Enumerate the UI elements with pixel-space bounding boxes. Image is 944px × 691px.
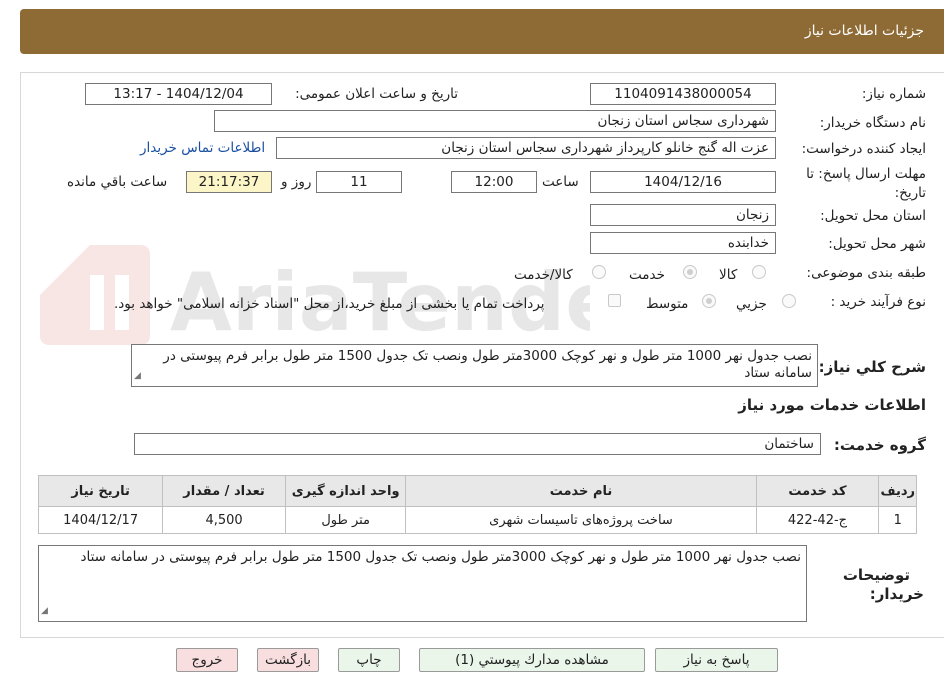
city-field: خدابنده xyxy=(590,232,776,254)
remaining-label: ساعت باقي مانده xyxy=(67,174,168,190)
reply-button[interactable]: پاسخ به نیاز xyxy=(655,648,778,672)
print-button[interactable]: چاپ xyxy=(338,648,400,672)
exit-button[interactable]: خروج xyxy=(176,648,238,672)
buyer-notes-textarea[interactable]: نصب جدول نهر 1000 متر طول و نهر کوچک 300… xyxy=(38,545,807,622)
service-group-label: گروه خدمت: xyxy=(833,436,926,454)
province-label: استان محل تحویل: xyxy=(820,208,926,224)
services-table: ردیف کد خدمت نام خدمت واحد اندازه گیری ت… xyxy=(37,475,917,534)
table-cell: متر طول xyxy=(284,506,407,534)
remaining-time-field: 21:17:37 xyxy=(186,171,272,193)
creator-field: عزت اله گنج خانلو کارپرداز شهرداری سجاس … xyxy=(276,137,776,159)
category-goods-radio[interactable] xyxy=(752,265,766,279)
table-cell: 1 xyxy=(878,506,917,534)
column-header: ردیف xyxy=(878,475,917,507)
announce-label: تاریخ و ساعت اعلان عمومی: xyxy=(295,86,458,102)
table-cell: 1404/12/17 xyxy=(37,506,164,534)
purchase-small-label: جزیي xyxy=(736,296,767,312)
city-label: شهر محل تحویل: xyxy=(828,236,926,252)
deadline-label: مهلت ارسال پاسخ: تا xyxy=(806,166,926,182)
purchase-type-label: نوع فرآیند خرید : xyxy=(830,294,926,310)
column-header: کد خدمت xyxy=(755,475,880,507)
column-header: واحد اندازه گیری xyxy=(284,475,407,507)
days-field: 11 xyxy=(316,171,402,193)
buyer-notes-label: توضیحات xyxy=(842,566,910,584)
service-group-field: ساختمان xyxy=(134,433,821,455)
category-label: طبقه بندی موضوعی: xyxy=(806,265,926,281)
view-documents-button[interactable]: مشاهده مدارك پیوستي (1) xyxy=(419,648,645,672)
category-service-radio[interactable] xyxy=(683,265,697,279)
days-label: روز و xyxy=(281,174,312,190)
purchase-medium-label: متوسط xyxy=(646,296,689,312)
buyer-contact-link[interactable]: اطلاعات تماس خریدار xyxy=(140,140,265,156)
buyer-notes-text: نصب جدول نهر 1000 متر طول و نهر کوچک 300… xyxy=(80,549,801,565)
buyer-org-label: نام دستگاه خریدار: xyxy=(819,115,926,131)
announce-datetime-field: 1404/12/04 - 13:17 xyxy=(85,83,272,105)
description-text: نصب جدول نهر 1000 متر طول و نهر کوچک 300… xyxy=(163,348,812,381)
deadline-label-date: تاریخ: xyxy=(894,185,926,201)
province-field: زنجان xyxy=(590,204,776,226)
purchase-medium-radio[interactable] xyxy=(702,294,716,308)
buyer-notes-label-2: خریدار: xyxy=(869,585,924,603)
table-row: 1 ج-42-422 ساخت پروژه‌های تاسیسات شهری م… xyxy=(37,506,917,534)
deadline-time-field: 12:00 xyxy=(451,171,537,193)
purchase-small-radio[interactable] xyxy=(782,294,796,308)
services-section-title: اطلاعات خدمات مورد نیاز xyxy=(738,396,926,414)
page-header: جزئیات اطلاعات نیاز xyxy=(20,9,944,54)
creator-label: ایجاد کننده درخواست: xyxy=(801,141,926,157)
buyer-org-field: شهرداری سجاس استان زنجان xyxy=(214,110,776,132)
page-title: جزئیات اطلاعات نیاز xyxy=(804,23,924,39)
need-number-label: شماره نیاز: xyxy=(861,86,926,102)
payment-note: پرداخت تمام یا بخشی از مبلغ خرید،از محل … xyxy=(114,296,545,312)
category-service-label: خدمت xyxy=(629,267,665,283)
back-button[interactable]: بازگشت xyxy=(257,648,319,672)
table-cell: 4,500 xyxy=(162,506,286,534)
column-header: تاریخ نیاز xyxy=(37,475,164,507)
treasury-payment-checkbox[interactable] xyxy=(608,294,621,307)
deadline-time-label: ساعت xyxy=(542,174,579,190)
column-header: نام خدمت xyxy=(405,475,757,507)
resize-handle-icon[interactable]: ◢ xyxy=(41,603,48,620)
category-both-label: کالا/خدمت xyxy=(514,267,573,283)
table-cell: ج-42-422 xyxy=(755,506,880,534)
table-cell: ساخت پروژه‌های تاسیسات شهری xyxy=(405,506,757,534)
need-number-field: 1104091438000054 xyxy=(590,83,776,105)
description-textarea[interactable]: نصب جدول نهر 1000 متر طول و نهر کوچک 300… xyxy=(131,344,818,387)
column-header: تعداد / مقدار xyxy=(162,475,286,507)
category-goods-label: کالا xyxy=(719,267,738,283)
resize-handle-icon[interactable]: ◢ xyxy=(134,368,141,385)
category-both-radio[interactable] xyxy=(592,265,606,279)
description-label: شرح کلي نياز: xyxy=(818,358,926,376)
deadline-date-field: 1404/12/16 xyxy=(590,171,776,193)
table-header-row: ردیف کد خدمت نام خدمت واحد اندازه گیری ت… xyxy=(37,475,917,507)
